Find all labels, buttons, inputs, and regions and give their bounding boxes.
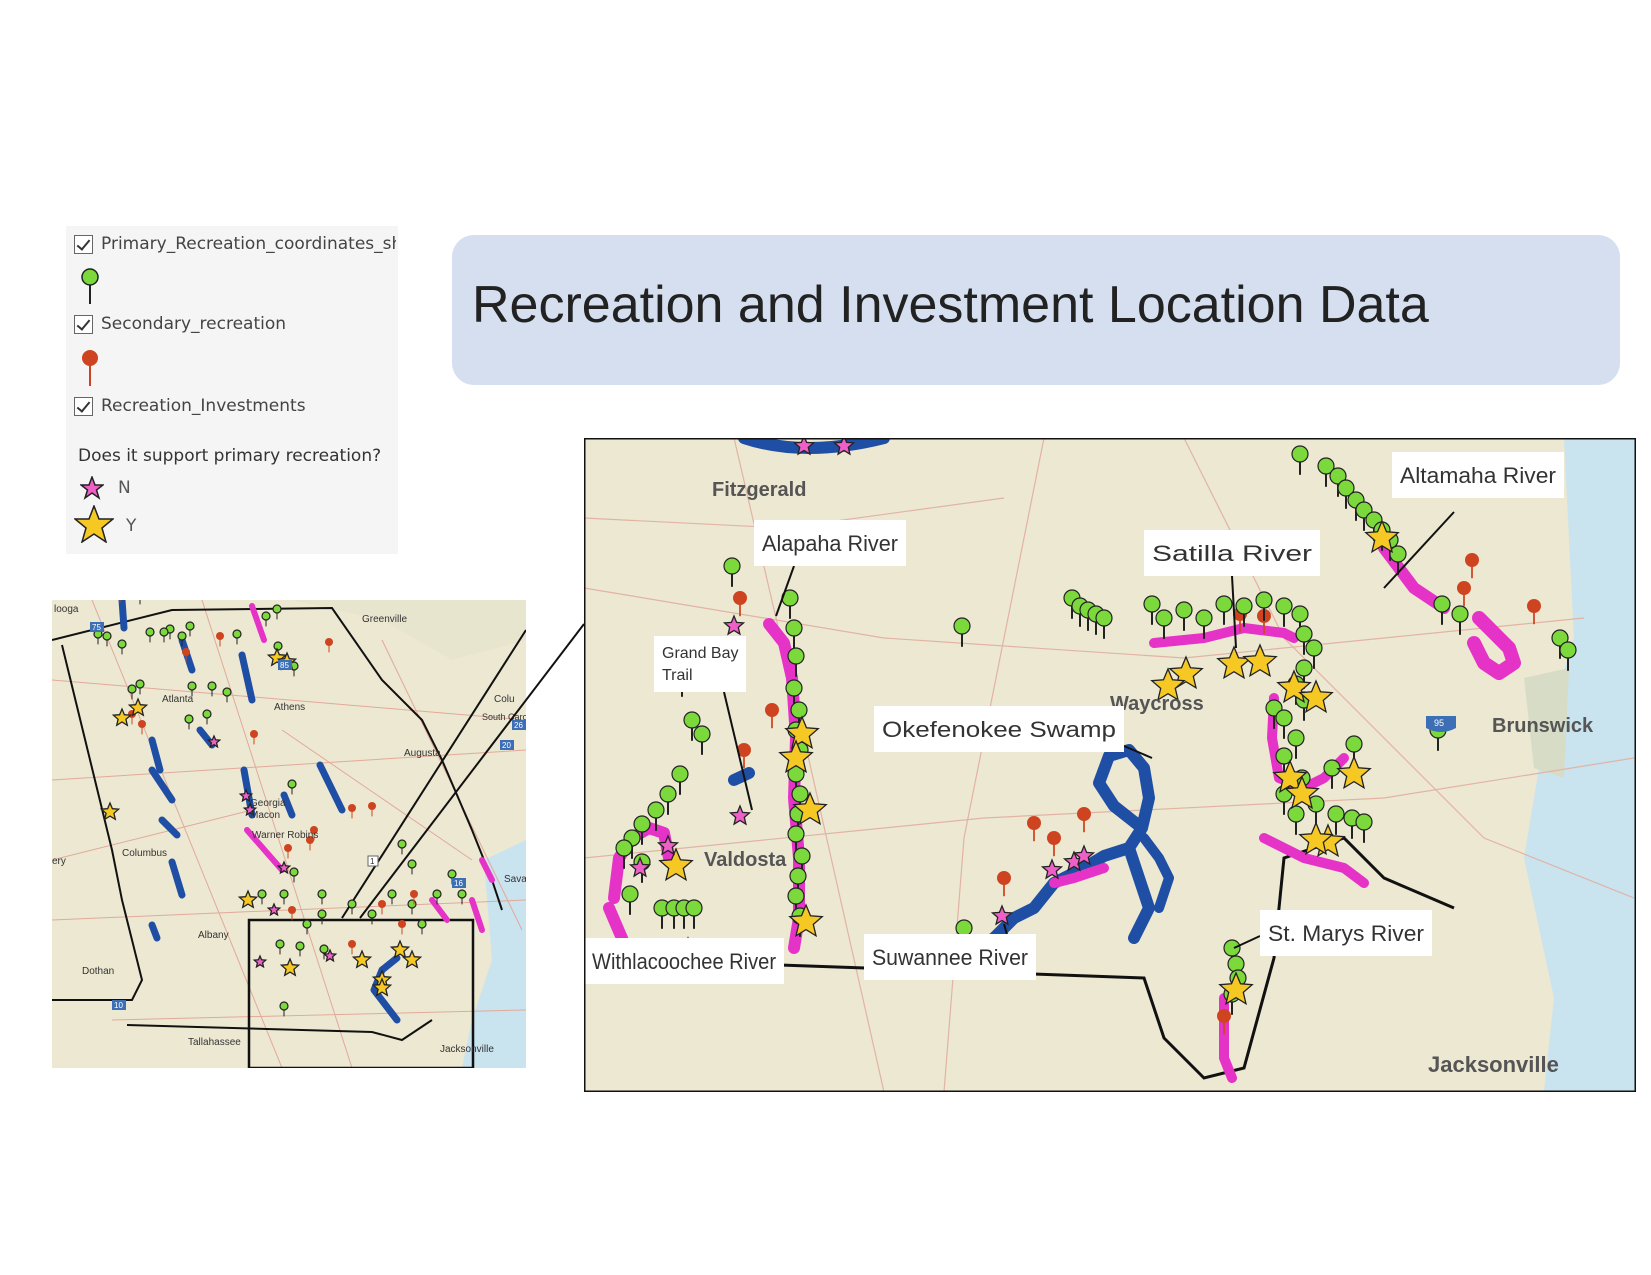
place-looga: looga — [54, 604, 79, 615]
place-atlanta: Atlanta — [162, 694, 194, 705]
road-detail-95: 95 — [1434, 718, 1444, 728]
place-albany: Albany — [198, 930, 229, 941]
zoom-connector — [359, 623, 585, 919]
legend-layer-primary-label: Primary_Recreation_coordinates_sha — [101, 234, 396, 254]
map-legend: Primary_Recreation_coordinates_sha Secon… — [66, 226, 398, 554]
town-valdosta: Valdosta — [704, 849, 787, 871]
overview-river-blue-0 — [118, 600, 128, 632]
detail-map-canvas: Fitzgerald Valdosta Waycross Brunswick J… — [584, 438, 1636, 1092]
overview-river-blue-11 — [148, 921, 161, 942]
detail-map: Fitzgerald Valdosta Waycross Brunswick J… — [584, 438, 1636, 1092]
callout-label-5: Withlacoochee River — [592, 949, 776, 974]
callout-label-4: Altamaha River — [1400, 463, 1556, 488]
road-75: 75 — [92, 623, 101, 632]
checkbox-secondary[interactable] — [74, 314, 93, 334]
place-jacksonville: Jacksonville — [440, 1044, 494, 1055]
legend-layer-primary[interactable]: Primary_Recreation_coordinates_sha — [74, 234, 396, 254]
legend-layer-secondary-label: Secondary_recreation — [101, 314, 287, 334]
callout-label-3: Satilla River — [1152, 541, 1312, 566]
callout-label-1-line1: Grand Bay — [662, 645, 738, 662]
place-tallahassee: Tallahassee — [188, 1037, 241, 1048]
callout-label-2: Okefenokee Swamp — [882, 717, 1116, 742]
green-pin-icon — [81, 268, 99, 304]
yellow-star-icon — [74, 505, 114, 543]
place-georgia: Georgia — [250, 798, 286, 809]
legend-class-y: Y — [126, 516, 137, 536]
pink-star-icon — [80, 476, 104, 500]
legend-question: Does it support primary recreation? — [78, 446, 382, 466]
road-10: 10 — [114, 1001, 123, 1010]
callout-label-0: Alapaha River — [762, 531, 898, 556]
legend-layer-secondary[interactable]: Secondary_recreation — [74, 314, 396, 334]
callout-label-7: St. Marys River — [1268, 921, 1424, 946]
page-title: Recreation and Investment Location Data — [472, 276, 1429, 334]
callout-label-1-line2: Trail — [662, 667, 693, 684]
town-fitzgerald: Fitzgerald — [712, 479, 806, 501]
legend-layer-investments[interactable]: Recreation_Investments — [74, 396, 396, 416]
town-waycross: Waycross — [1110, 693, 1204, 715]
road-85: 85 — [280, 661, 289, 670]
legend-layer-investments-label: Recreation_Investments — [101, 396, 306, 416]
place-athens: Athens — [274, 702, 305, 713]
place-columbus: Columbus — [122, 848, 167, 859]
red-pin-icon — [82, 350, 98, 386]
place-macon: Macon — [250, 810, 280, 821]
legend-class-n: N — [118, 478, 131, 498]
town-jacksonville: Jacksonville — [1428, 1052, 1559, 1077]
place-warner-robins: Warner Robins — [252, 830, 318, 841]
title-banner: Recreation and Investment Location Data — [452, 235, 1620, 385]
checkbox-investments[interactable] — [74, 396, 93, 416]
callout-label-6: Suwannee River — [872, 945, 1028, 970]
checkbox-primary[interactable] — [74, 234, 93, 254]
town-brunswick: Brunswick — [1492, 715, 1594, 737]
place-ery: ery — [52, 856, 66, 867]
place-dothan: Dothan — [82, 966, 114, 977]
river-grand-bay — [728, 767, 755, 786]
